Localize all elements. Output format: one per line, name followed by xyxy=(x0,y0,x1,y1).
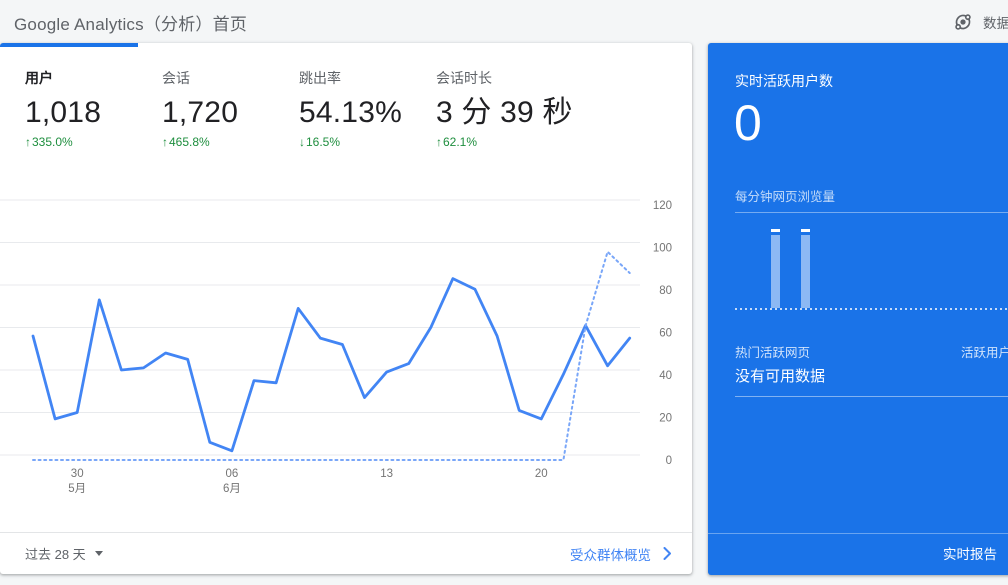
delta-up-icon: ↑ xyxy=(436,135,442,149)
svg-text:06: 06 xyxy=(226,468,239,480)
delta-value: 335.0% xyxy=(32,135,73,149)
svg-text:20: 20 xyxy=(659,413,672,425)
metric-delta: ↓16.5% xyxy=(299,135,436,149)
svg-text:5月: 5月 xyxy=(68,483,86,495)
realtime-card: 实时活跃用户数 0 每分钟网页浏览量 热门活跃网页 活跃用户 没有可用数据 实时… xyxy=(708,43,1008,575)
svg-text:100: 100 xyxy=(653,243,672,255)
metric-value: 3 分 39 秒 xyxy=(436,96,573,129)
metric-tab-users[interactable]: 用户 1,018 ↑335.0% xyxy=(25,70,162,149)
no-data-message: 没有可用数据 xyxy=(735,368,826,385)
overview-card-footer: 过去 28 天 受众群体概览 xyxy=(0,532,692,574)
svg-text:20: 20 xyxy=(535,468,548,480)
metric-delta: ↑465.8% xyxy=(162,135,299,149)
metric-value: 1,720 xyxy=(162,96,239,129)
overview-chart: 0 20 40 60 80 100 120 30 5月 06 6月 13 20 xyxy=(0,199,672,495)
delta-up-icon: ↑ xyxy=(162,135,168,149)
overview-card: 用户 1,018 ↑335.0% 会话 1,720 ↑465.8% 跳出率 54… xyxy=(0,43,692,574)
top-active-pages-header: 热门活跃网页 xyxy=(735,346,811,360)
svg-text:30: 30 xyxy=(71,468,84,480)
active-users-header: 活跃用户 xyxy=(960,346,1008,360)
metric-tab-sessions[interactable]: 会话 1,720 ↑465.8% xyxy=(162,70,299,149)
app-header: Google Analytics（分析）首页 数据 xyxy=(0,0,1008,43)
divider xyxy=(735,396,1008,397)
delta-up-icon: ↑ xyxy=(25,135,31,149)
delta-down-icon: ↓ xyxy=(299,135,305,149)
svg-text:13: 13 xyxy=(380,468,393,480)
date-range-selector[interactable]: 过去 28 天 xyxy=(25,544,103,563)
pageviews-bar xyxy=(771,229,780,308)
metric-tabs: 用户 1,018 ↑335.0% 会话 1,720 ↑465.8% 跳出率 54… xyxy=(0,43,692,149)
metric-delta: ↑62.1% xyxy=(436,135,573,149)
realtime-report-link[interactable]: 实时报告 xyxy=(943,547,997,562)
svg-text:6月: 6月 xyxy=(223,483,241,495)
insights-icon xyxy=(955,14,971,30)
pageviews-per-minute-chart xyxy=(735,212,1008,310)
realtime-table-header: 热门活跃网页 活跃用户 xyxy=(735,342,1008,361)
svg-text:0: 0 xyxy=(666,455,672,467)
pageviews-per-minute-label: 每分钟网页浏览量 xyxy=(735,190,836,204)
svg-text:80: 80 xyxy=(659,285,672,297)
svg-text:40: 40 xyxy=(659,370,672,382)
svg-text:120: 120 xyxy=(653,200,672,212)
metric-label: 跳出率 xyxy=(299,70,341,86)
chart-series-users-current-period xyxy=(31,277,632,453)
chart-series-users-comparison-dotted xyxy=(32,250,631,461)
metric-value: 1,018 xyxy=(25,96,102,129)
insights-button[interactable]: 数据 xyxy=(952,10,1008,34)
caret-down-icon xyxy=(94,551,103,556)
chevron-right-icon xyxy=(663,547,671,560)
page-title: Google Analytics（分析）首页 xyxy=(14,15,248,34)
metric-value: 54.13% xyxy=(299,96,402,129)
insights-label: 数据 xyxy=(983,16,1008,31)
metric-tab-bounce-rate[interactable]: 跳出率 54.13% ↓16.5% xyxy=(299,70,436,149)
delta-value: 16.5% xyxy=(306,135,341,149)
audience-overview-label: 受众群体概览 xyxy=(570,547,651,563)
pageviews-bar xyxy=(801,229,810,308)
metric-label: 会话时长 xyxy=(436,70,492,86)
realtime-title: 实时活跃用户数 xyxy=(735,73,833,89)
ga-home-page: Google Analytics（分析）首页 数据 用户 1,018 ↑335.… xyxy=(0,0,1008,585)
metric-delta: ↑335.0% xyxy=(25,135,162,149)
realtime-card-footer: 实时报告 xyxy=(708,533,1008,575)
date-range-label: 过去 28 天 xyxy=(25,547,86,562)
delta-value: 62.1% xyxy=(443,135,478,149)
audience-overview-link[interactable]: 受众群体概览 xyxy=(570,544,672,564)
metric-label: 用户 xyxy=(25,70,53,86)
delta-value: 465.8% xyxy=(169,135,210,149)
active-users-count: 0 xyxy=(734,95,762,151)
chart-baseline xyxy=(735,308,1008,310)
metric-tab-session-duration[interactable]: 会话时长 3 分 39 秒 ↑62.1% xyxy=(436,70,573,149)
svg-text:60: 60 xyxy=(659,328,672,340)
metric-label: 会话 xyxy=(162,70,190,86)
